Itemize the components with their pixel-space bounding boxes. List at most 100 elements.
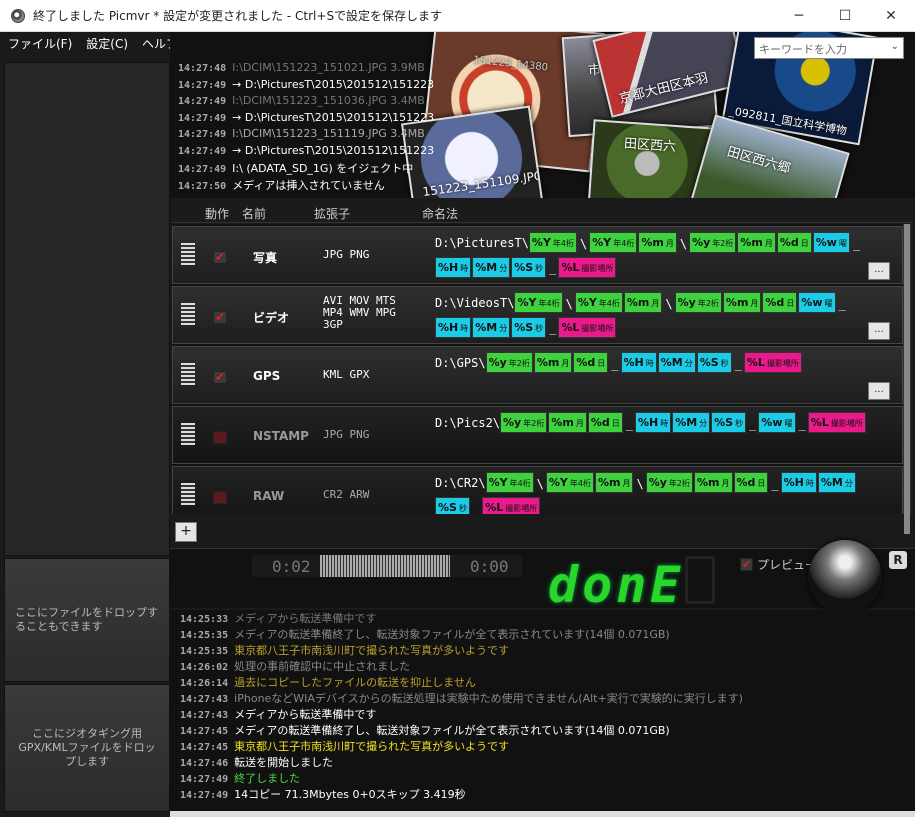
token-weekday[interactable]: %w 曜 <box>798 292 836 313</box>
token-month[interactable]: %m 月 <box>638 232 677 253</box>
more-button[interactable]: ... <box>868 382 890 400</box>
rule-row[interactable]: ✔ GPS KML GPX D:\GPS\ %y 年2桁 %m 月 %d 日 _ %H 時 %M 分%… <box>172 346 903 404</box>
token-location[interactable]: %L 撮影場所 <box>558 316 617 338</box>
drag-handle-icon[interactable] <box>181 363 195 385</box>
rule-enabled-checkbox[interactable]: ✔ <box>213 371 227 384</box>
drag-handle-icon[interactable] <box>181 423 195 445</box>
scrollbar-thumb[interactable] <box>904 224 910 534</box>
token-location[interactable]: %L 撮影場所 <box>807 412 866 433</box>
token-month[interactable]: %m 月 <box>737 232 776 253</box>
token-hour[interactable]: %H 時 <box>435 316 472 338</box>
token-minute[interactable]: %M 分 <box>657 352 696 373</box>
rule-enabled-checkbox[interactable]: ✔ <box>213 311 227 324</box>
token-year4[interactable]: %Y 年4桁 <box>574 292 623 313</box>
drag-handle-icon[interactable] <box>181 243 195 265</box>
naming-pattern[interactable]: D:\PicturesT\ %Y 年4桁 \ %Y 年4桁 %m 月 \ %y 年2桁 %m 月 %d 日%… <box>435 231 875 280</box>
token-hour[interactable]: %H 時 <box>780 472 817 493</box>
token-day[interactable]: %d 日 <box>776 232 812 253</box>
pattern-separator: \ <box>565 296 573 311</box>
more-button[interactable]: ... <box>868 322 890 340</box>
naming-pattern[interactable]: D:\GPS\ %y 年2桁 %m 月 %d 日 _ %H 時 %M 分 %S 秒 _ %L 撮影場所 <box>435 351 875 376</box>
rule-enabled-checkbox[interactable]: ✔ <box>213 251 227 264</box>
execute-button[interactable] <box>808 540 882 614</box>
token-hour[interactable]: %H 時 <box>620 352 657 373</box>
token-day[interactable]: %d 日 <box>762 292 798 313</box>
chevron-down-icon[interactable]: ⌄ <box>891 41 899 52</box>
token-location[interactable]: %L 撮影場所 <box>558 256 617 278</box>
log-line: 14:27:49 → D:\PicturesT\2015\201512\15122… <box>178 111 434 124</box>
pattern-separator: \ <box>536 476 544 491</box>
token-month[interactable]: %m 月 <box>595 472 634 493</box>
rule-row[interactable]: ✔ 写真 JPG PNG D:\PicturesT\ %Y 年4桁 \ %Y 年4桁 %m 月… <box>172 226 903 284</box>
col-naming[interactable]: 命名法 <box>422 205 458 222</box>
token-minute[interactable]: %M 分 <box>672 412 711 433</box>
drag-handle-icon[interactable] <box>181 303 195 325</box>
token-year2[interactable]: %y 年2桁 <box>500 412 548 433</box>
token-month[interactable]: %m 月 <box>694 472 733 493</box>
token-minute[interactable]: %M 分 <box>472 316 511 338</box>
token-minute[interactable]: %M 分 <box>472 256 511 278</box>
token-year4[interactable]: %Y 年4桁 <box>485 472 534 493</box>
naming-pattern[interactable]: D:\VideosT\ %Y 年4桁 \ %Y 年4桁 %m 月 \ %y 年2桁 %m 月 %d 日 %w 曜… <box>435 291 875 340</box>
naming-pattern[interactable]: D:\CR2\ %Y 年4桁 \ %Y 年4桁 %m 月 \ %y 年2桁 %m 月 %d 日 _ %H 時 %M 分… <box>435 471 875 514</box>
token-weekday[interactable]: %w 曜 <box>758 412 796 433</box>
log-scrollbar[interactable] <box>170 811 915 817</box>
rules-scrollbar[interactable] <box>903 224 911 534</box>
token-second[interactable]: %S 秒 <box>696 352 732 373</box>
token-year2[interactable]: %y 年2桁 <box>689 232 737 253</box>
rule-row[interactable]: ✔ NSTAMP JPG PNG D:\Pics2\ %y 年2桁 %m 月 %d 日 _ %H… <box>172 406 903 464</box>
preview-checkbox[interactable]: ✔ <box>740 558 753 571</box>
add-rule-button[interactable]: + <box>175 522 197 542</box>
rule-row[interactable]: ✔ RAW CR2 ARW D:\CR2\ %Y 年4桁 \ %Y 年4桁 %m 月 \ %y 年2… <box>172 466 903 514</box>
token-year4[interactable]: %Y 年4桁 <box>514 292 563 313</box>
maximize-button[interactable]: ☐ <box>822 0 868 32</box>
token-month[interactable]: %m 月 <box>533 352 573 373</box>
token-month[interactable]: %m 月 <box>722 292 762 313</box>
token-year2[interactable]: %y 年2桁 <box>485 352 533 373</box>
token-sub-label: 月 <box>665 239 674 248</box>
token-sub-label: 日 <box>786 299 795 308</box>
rule-enabled-checkbox[interactable]: ✔ <box>213 431 227 444</box>
token-month[interactable]: %m 月 <box>623 292 663 313</box>
token-day[interactable]: %d 日 <box>733 472 769 493</box>
gpx-drop-zone[interactable]: ここにジオタギング用GPX/KMLファイルをドロップします <box>4 684 170 812</box>
token-weekday[interactable]: %w 曜 <box>812 232 850 253</box>
token-hour[interactable]: %H 時 <box>435 256 472 278</box>
keyword-search-input[interactable]: キーワードを入力 ⌄ <box>754 37 904 59</box>
token-year2[interactable]: %y 年2桁 <box>645 472 694 493</box>
col-name[interactable]: 名前 <box>242 205 266 222</box>
naming-pattern[interactable]: D:\Pics2\ %y 年2桁 %m 月 %d 日 _ %H 時 %M 分 %S 秒 _ %w 曜 _ %L 撮影場… <box>435 411 875 436</box>
minimize-button[interactable]: ─ <box>776 0 822 32</box>
token-year2[interactable]: %y 年2桁 <box>674 292 722 313</box>
menu-file[interactable]: ファイル(F) <box>0 35 78 52</box>
token-year4[interactable]: %Y 年4桁 <box>545 472 594 493</box>
log-text: iPhoneなどWIAデバイスからの転送処理は実験中ため使用できません(Alt+… <box>234 692 743 705</box>
token-second[interactable]: %S 秒 <box>435 496 470 514</box>
file-drop-zone[interactable]: ここにファイルをドロップすることもできます <box>4 558 170 682</box>
token-second[interactable]: %S 秒 <box>711 412 747 433</box>
rule-enabled-checkbox[interactable]: ✔ <box>213 491 227 504</box>
token-year4[interactable]: %Y 年4桁 <box>528 232 578 253</box>
token-second[interactable]: %S 秒 <box>511 256 547 278</box>
token-location[interactable]: %L 撮影場所 <box>482 496 541 514</box>
more-button[interactable]: ... <box>868 262 890 280</box>
token-second[interactable]: %S 秒 <box>511 316 547 338</box>
close-button[interactable]: ✕ <box>868 0 914 32</box>
drag-handle-icon[interactable] <box>181 483 195 505</box>
token-location[interactable]: %L 撮影場所 <box>743 352 802 373</box>
token-day[interactable]: %d 日 <box>573 352 609 373</box>
token-day[interactable]: %d 日 <box>587 412 623 433</box>
r-badge[interactable]: R <box>889 551 907 569</box>
token-minute[interactable]: %M 分 <box>817 472 856 493</box>
preview-toggle[interactable]: ✔ プレビュー <box>740 556 817 573</box>
media-list-panel[interactable] <box>4 62 170 556</box>
menu-settings[interactable]: 設定(C) <box>78 35 134 52</box>
log-timestamp: 14:27:49 <box>178 96 227 107</box>
token-year4[interactable]: %Y 年4桁 <box>589 232 638 253</box>
token-hour[interactable]: %H 時 <box>634 412 672 433</box>
pattern-separator: _ <box>771 476 779 491</box>
col-ext[interactable]: 拡張子 <box>314 205 350 222</box>
token-month[interactable]: %m 月 <box>548 412 587 433</box>
rule-row[interactable]: ✔ ビデオ AVI MOV MTS MP4 WMV MPG 3GP D:\Vid… <box>172 286 903 344</box>
col-action[interactable]: 動作 <box>205 205 229 222</box>
